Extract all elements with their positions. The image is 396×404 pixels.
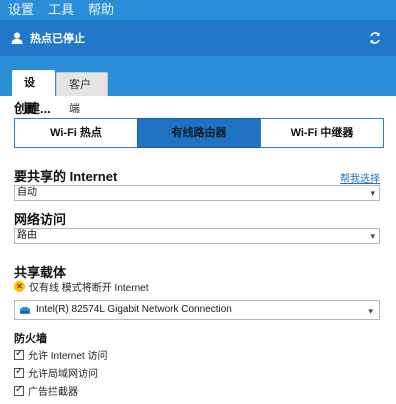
firewall-option-label: 允许局域网访问: [28, 369, 98, 380]
checkbox-checked[interactable]: [14, 366, 24, 378]
settings-panel: 创建... Wi-Fi 热点 有线路由器 Wi-Fi 中继器 要共享的 Inte…: [0, 96, 396, 404]
internet-title: 要共享的 Internet: [14, 169, 118, 184]
internet-select[interactable]: 自动 ▾: [14, 185, 380, 201]
chevron-down-icon: ▾: [368, 306, 373, 316]
firewall-option-adblock[interactable]: 广告拦截器: [14, 383, 78, 398]
network-access-value: 路由: [17, 230, 37, 241]
status-bar: 热点已停止: [0, 20, 396, 56]
warning-row: ✕ 仅有线 模式将断开 Internet: [14, 279, 148, 294]
mode-selector: Wi-Fi 热点 有线路由器 Wi-Fi 中继器: [14, 118, 384, 148]
adapter-name: Intel(R) 82574L Gigabit Network Connecti…: [36, 304, 232, 315]
warning-text: 仅有线 模式将断开 Internet: [29, 283, 149, 294]
chevron-down-icon: ▾: [370, 231, 375, 241]
network-adapter-icon: [20, 307, 30, 314]
tab-settings[interactable]: 设置: [12, 70, 55, 115]
refresh-icon[interactable]: [368, 31, 382, 45]
firewall-title: 防火墙: [14, 333, 47, 345]
checkbox-checked[interactable]: [14, 384, 24, 396]
checkbox-checked[interactable]: [14, 348, 24, 360]
menu-bar: 设置 工具 帮助: [0, 0, 396, 20]
hotspot-status-text: 热点已停止: [30, 33, 85, 45]
warning-icon: ✕: [14, 281, 25, 292]
internet-select-value: 自动: [17, 187, 37, 198]
menu-tools[interactable]: 工具: [48, 0, 74, 20]
user-icon: [11, 32, 23, 44]
firewall-option-label: 广告拦截器: [28, 387, 78, 398]
firewall-option-label: 允许 Internet 访问: [28, 351, 108, 362]
adapter-select[interactable]: Intel(R) 82574L Gigabit Network Connecti…: [14, 300, 380, 320]
tab-clients[interactable]: 客户端: [56, 72, 108, 115]
mode-wifi-repeater-button[interactable]: Wi-Fi 中继器: [260, 118, 384, 148]
mode-wifi-hotspot-button[interactable]: Wi-Fi 热点: [14, 118, 138, 148]
network-access-title: 网络访问: [14, 212, 67, 227]
tab-row: 设置 客户端: [0, 56, 396, 115]
firewall-option-lan[interactable]: 允许局域网访问: [14, 365, 98, 380]
menu-settings[interactable]: 设置: [8, 0, 34, 20]
help-choose-link[interactable]: 帮我选择: [340, 170, 380, 185]
network-access-select[interactable]: 路由 ▾: [14, 228, 380, 244]
mode-wired-router-button[interactable]: 有线路由器: [137, 118, 261, 148]
firewall-option-internet[interactable]: 允许 Internet 访问: [14, 347, 107, 362]
chevron-down-icon: ▾: [370, 188, 375, 198]
create-title: 创建...: [14, 101, 51, 116]
menu-help[interactable]: 帮助: [88, 0, 114, 20]
